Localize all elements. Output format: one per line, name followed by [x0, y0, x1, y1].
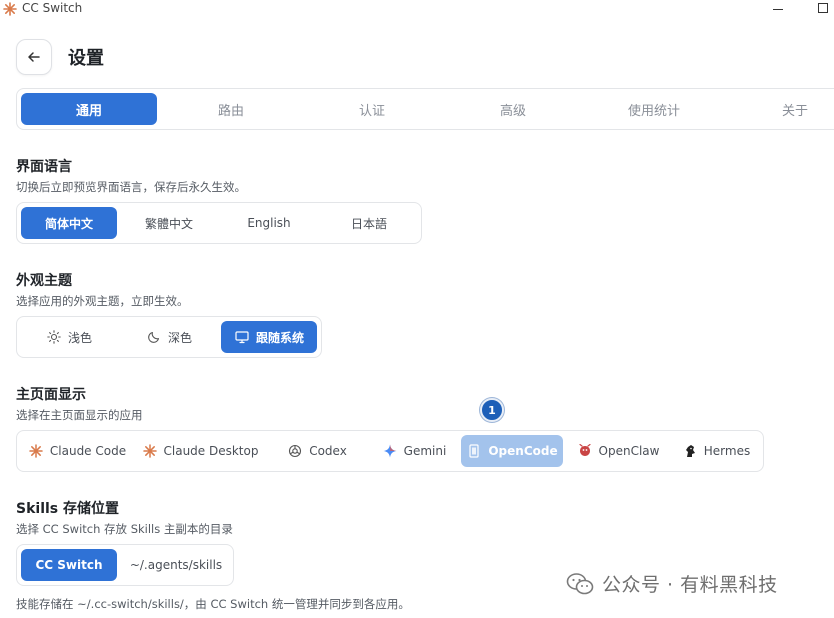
skills-section-desc: 选择 CC Switch 存放 Skills 主副本的目录 [16, 522, 233, 536]
theme-option-light[interactable]: 浅色 [21, 321, 117, 353]
app-toggle-codex[interactable]: Codex [267, 435, 367, 467]
skills-section-title: Skills 存储位置 [16, 501, 119, 517]
arrow-left-icon [28, 52, 40, 62]
claude-icon [142, 443, 158, 459]
window-title: CC Switch [22, 1, 83, 15]
app-label: Claude Desktop [163, 444, 259, 458]
annotation-badge: 1 [480, 398, 504, 422]
minimize-button[interactable] [773, 9, 783, 10]
app-logo-icon [3, 2, 17, 16]
theme-option-system-label: 跟随系统 [255, 330, 304, 345]
app-toggle-opencode[interactable]: OpenCode [461, 435, 563, 467]
theme-section-desc: 选择应用的外观主题，立即生效。 [16, 294, 189, 308]
app-label: Claude Code [49, 444, 127, 458]
language-option-ja[interactable]: 日本語 [321, 207, 417, 239]
app-toggle-claude-desktop[interactable]: Claude Desktop [137, 435, 263, 467]
wechat-icon [566, 572, 594, 594]
language-option-zh-hant[interactable]: 繁體中文 [121, 207, 217, 239]
tab-routing[interactable]: 路由 [163, 93, 299, 125]
skills-storage-selector: CC Switch ~/.agents/skills [16, 544, 234, 586]
opencode-icon [466, 443, 482, 459]
language-option-zh-hans[interactable]: 简体中文 [21, 207, 117, 239]
theme-option-dark[interactable]: 深色 [121, 321, 217, 353]
sun-icon [46, 329, 62, 345]
skills-option-cc-switch[interactable]: CC Switch [21, 549, 117, 581]
openclaw-icon [577, 443, 593, 459]
language-option-en[interactable]: English [221, 207, 317, 239]
watermark-text: 公众号 · 有料黑科技 [602, 574, 778, 596]
hermes-icon [682, 443, 698, 459]
back-button[interactable] [16, 39, 52, 75]
app-label: Hermes [703, 444, 751, 458]
tab-usage-stats[interactable]: 使用统计 [586, 93, 722, 125]
theme-section-title: 外观主题 [16, 273, 72, 289]
theme-option-system[interactable]: 跟随系统 [221, 321, 317, 353]
app-label: OpenClaw [598, 444, 660, 458]
skills-storage-note: 技能存储在 ~/.cc-switch/skills/，由 CC Switch 统… [16, 597, 410, 611]
language-section-desc: 切换后立即预览界面语言，保存后永久生效。 [16, 180, 246, 194]
home-app-selector: Claude Code Claude Desktop Codex Gemini … [16, 430, 764, 472]
page-title: 设置 [68, 48, 104, 69]
app-toggle-openclaw[interactable]: OpenClaw [567, 435, 669, 467]
app-toggle-claude-code[interactable]: Claude Code [21, 435, 133, 467]
tab-auth[interactable]: 认证 [304, 93, 440, 125]
tab-about[interactable]: 关于 [727, 93, 834, 125]
theme-selector: 浅色 深色 跟随系统 [16, 316, 322, 358]
gemini-icon [382, 443, 398, 459]
tab-advanced[interactable]: 高级 [445, 93, 581, 125]
tab-general[interactable]: 通用 [21, 93, 157, 125]
title-bar: CC Switch [0, 0, 834, 20]
maximize-button[interactable] [818, 3, 828, 13]
home-display-section-title: 主页面显示 [16, 387, 86, 403]
skills-option-agents-skills[interactable]: ~/.agents/skills [121, 549, 231, 581]
theme-option-dark-label: 深色 [167, 330, 192, 345]
moon-icon [146, 329, 162, 345]
claude-icon [28, 443, 44, 459]
language-section-title: 界面语言 [16, 159, 72, 175]
app-toggle-gemini[interactable]: Gemini [371, 435, 457, 467]
app-label: OpenCode [488, 444, 558, 458]
app-toggle-hermes[interactable]: Hermes [673, 435, 759, 467]
language-selector: 简体中文 繁體中文 English 日本語 [16, 202, 422, 244]
settings-tabs: 通用 路由 认证 高级 使用统计 关于 [16, 88, 834, 130]
openai-icon [287, 443, 303, 459]
monitor-icon [234, 329, 250, 345]
watermark: 公众号 · 有料黑科技 [566, 570, 778, 597]
app-label: Codex [309, 444, 347, 458]
theme-option-light-label: 浅色 [67, 330, 92, 345]
home-display-section-desc: 选择在主页面显示的应用 [16, 408, 143, 422]
app-label: Gemini [403, 444, 447, 458]
